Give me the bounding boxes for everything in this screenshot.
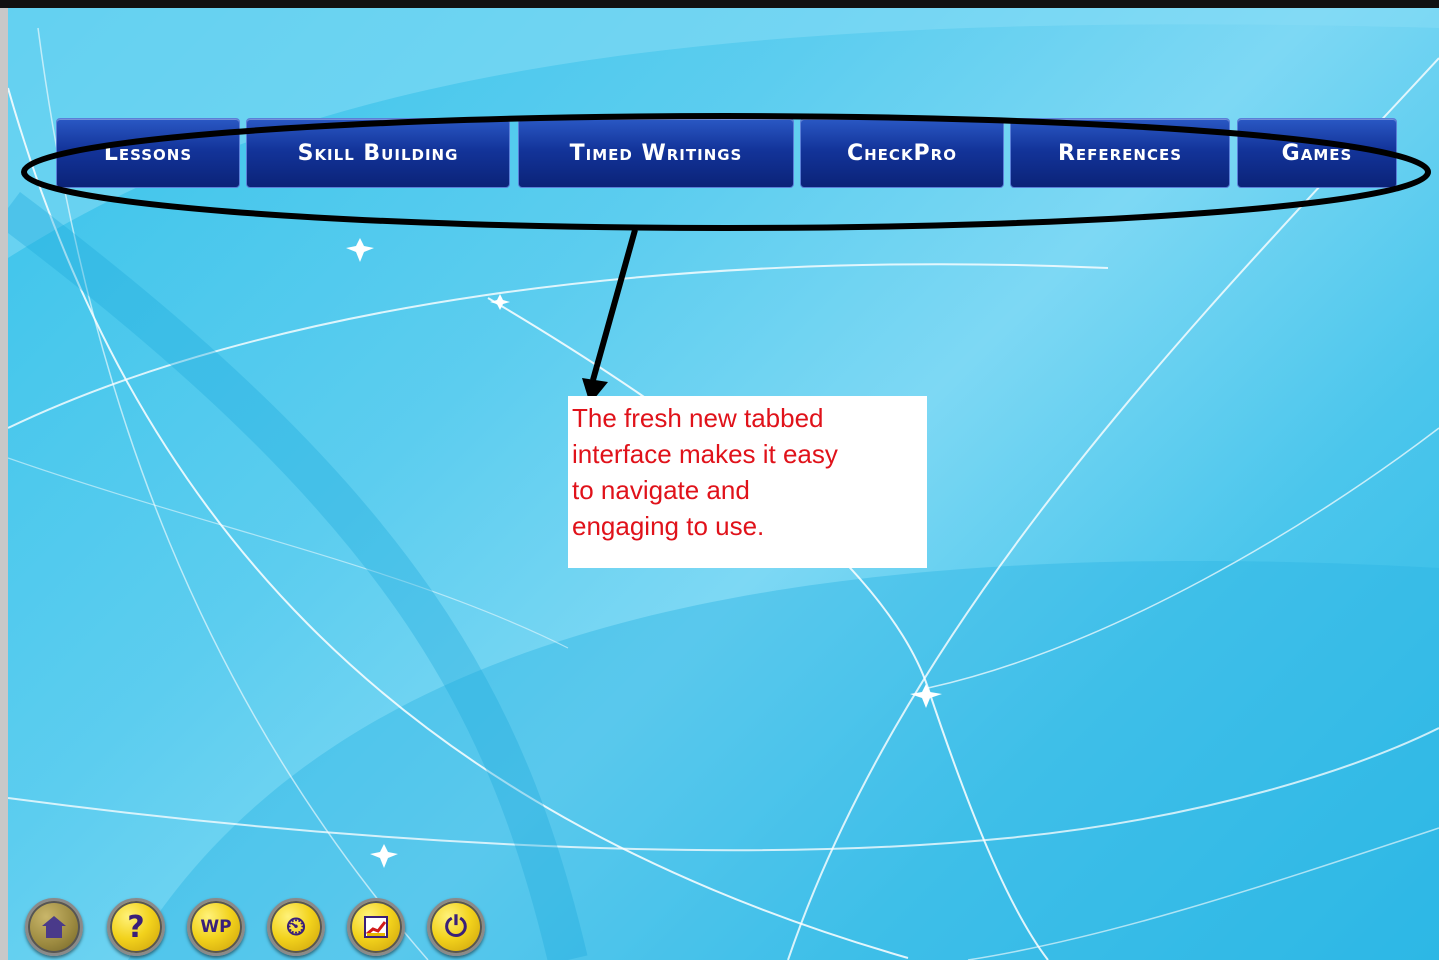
word-processor-button[interactable]: WP	[187, 898, 245, 956]
callout-line: The fresh new tabbed	[572, 403, 824, 433]
word-processor-icon: WP	[200, 917, 232, 937]
timer-icon: ⏲	[285, 911, 307, 942]
timer-button[interactable]: ⏲	[267, 898, 325, 956]
callout-line: interface makes it easy	[572, 439, 838, 469]
chart-button[interactable]	[347, 898, 405, 956]
help-button[interactable]: ?	[107, 898, 165, 956]
window-top-bar	[0, 0, 1439, 8]
tab-skill-building[interactable]: Skill Building	[246, 118, 510, 188]
exit-button[interactable]: ⏻	[427, 898, 485, 956]
tab-lessons[interactable]: Lessons	[56, 118, 240, 188]
window-left-edge	[0, 8, 8, 960]
tab-checkpro[interactable]: CheckPro	[800, 118, 1004, 188]
callout-line: to navigate and	[572, 475, 750, 505]
home-icon	[42, 916, 66, 938]
callout-line: engaging to use.	[572, 511, 765, 541]
tab-games[interactable]: Games	[1237, 118, 1397, 188]
power-icon: ⏻	[444, 910, 468, 943]
main-stage: Lessons Skill Building Timed Writings Ch…	[8, 8, 1439, 960]
home-button[interactable]	[25, 898, 83, 956]
help-icon: ?	[127, 909, 145, 945]
callout-box: The fresh new tabbed interface makes it …	[568, 396, 927, 568]
tab-timed-writings[interactable]: Timed Writings	[518, 118, 794, 188]
chart-icon	[364, 916, 388, 938]
tab-references[interactable]: References	[1010, 118, 1230, 188]
